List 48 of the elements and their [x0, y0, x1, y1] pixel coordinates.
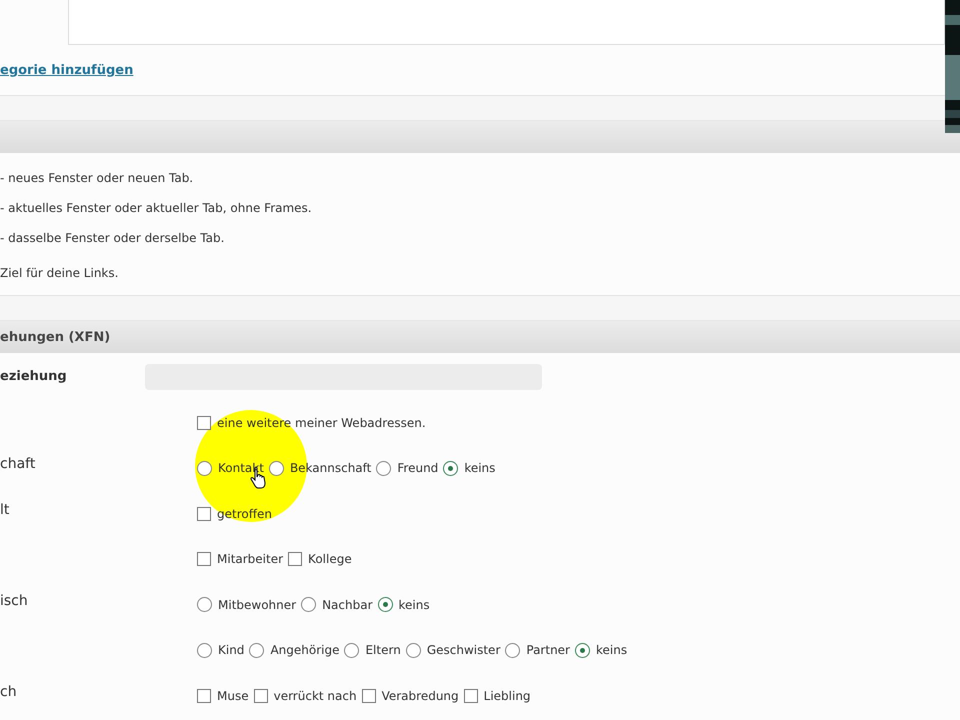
checkbox[interactable]	[254, 688, 268, 703]
option-label: keins	[596, 643, 628, 658]
checkbox[interactable]	[362, 688, 376, 703]
row-label: ch	[0, 684, 18, 700]
checkbox[interactable]	[197, 688, 211, 703]
radio-button[interactable]	[376, 460, 392, 476]
checkbox[interactable]	[464, 688, 478, 703]
option-label: Kontakt	[218, 461, 264, 476]
option-label: Nachbar	[322, 598, 373, 612]
option-label: Eltern	[365, 643, 401, 658]
option-label: keins	[398, 598, 430, 612]
target-option-text: - neues Fenster oder neuen Tab.	[0, 170, 194, 187]
option-label: Liebling	[484, 688, 531, 703]
radio-button[interactable]	[301, 597, 316, 612]
option-label: Geschwister	[426, 643, 500, 658]
radio-button[interactable]	[443, 460, 458, 476]
add-category-link[interactable]: egorie hinzufügen	[0, 62, 134, 78]
option-label: Mitbewohner	[218, 598, 296, 612]
row-label: lt	[0, 502, 10, 518]
option-label: Muse	[217, 688, 249, 703]
option-label: Kind	[218, 643, 244, 658]
option-label: Angehörige	[270, 643, 340, 658]
option-label: keins	[464, 461, 496, 476]
checkbox[interactable]	[288, 552, 302, 566]
checkbox[interactable]	[197, 552, 211, 566]
option-label: Verabredung	[382, 688, 459, 703]
row-label: isch	[0, 592, 29, 609]
radio-button[interactable]	[406, 642, 421, 658]
option-label: verrückt nach	[274, 688, 357, 703]
radio-button[interactable]	[249, 642, 264, 658]
radio-button[interactable]	[378, 597, 393, 612]
target-option-text: - aktuelles Fenster oder aktueller Tab, ohne Frames.	[0, 200, 313, 217]
target-option-text: - dasselbe Fenster oder derselbe Tab.	[0, 230, 226, 247]
option-label: Mitarbeiter	[217, 552, 284, 566]
hint-text: Ziel für deine Links.	[0, 266, 120, 280]
row-label: chaft	[0, 456, 36, 472]
radio-button[interactable]	[197, 597, 212, 612]
checkbox[interactable]	[197, 416, 211, 430]
radio-button[interactable]	[344, 642, 360, 658]
field-label: eziehung	[0, 369, 68, 384]
checkbox[interactable]	[197, 506, 211, 521]
option-label: Kollege	[308, 552, 352, 566]
radio-button[interactable]	[505, 642, 520, 658]
option-label: Freund	[397, 461, 438, 476]
radio-button[interactable]	[197, 642, 212, 658]
option-label: Partner	[526, 643, 570, 658]
section-header: ehungen (XFN)	[0, 321, 960, 353]
radio-button[interactable]	[575, 642, 590, 658]
